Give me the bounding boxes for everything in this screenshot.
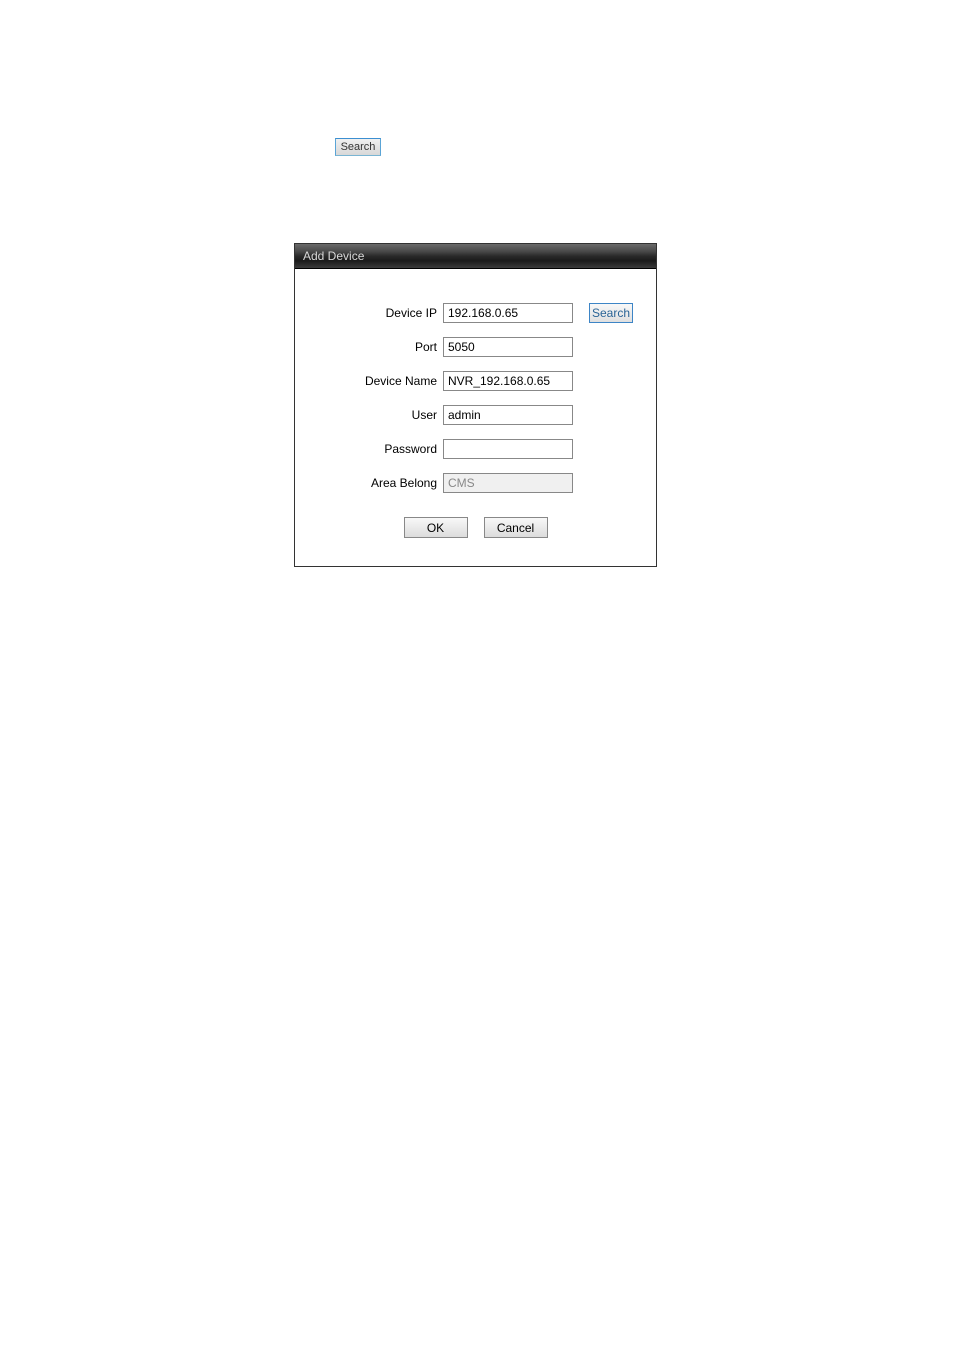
- cancel-button[interactable]: Cancel: [484, 517, 548, 538]
- top-search-button[interactable]: Search: [335, 138, 381, 156]
- dialog-title-bar: Add Device: [295, 244, 656, 269]
- input-port[interactable]: [443, 337, 573, 357]
- dialog-title: Add Device: [303, 249, 364, 263]
- input-device-ip[interactable]: [443, 303, 573, 323]
- dialog-body: Device IP Search Port Device Name User P…: [295, 269, 656, 566]
- row-password: Password: [315, 439, 636, 459]
- add-device-dialog: Add Device Device IP Search Port Device …: [294, 243, 657, 567]
- input-user[interactable]: [443, 405, 573, 425]
- row-device-ip: Device IP Search: [315, 303, 636, 323]
- label-area-belong: Area Belong: [315, 476, 443, 490]
- row-port: Port: [315, 337, 636, 357]
- search-button[interactable]: Search: [589, 303, 633, 323]
- label-device-name: Device Name: [315, 374, 443, 388]
- label-user: User: [315, 408, 443, 422]
- label-port: Port: [315, 340, 443, 354]
- input-area-belong[interactable]: [443, 473, 573, 493]
- label-password: Password: [315, 442, 443, 456]
- dialog-button-row: OK Cancel: [315, 517, 636, 538]
- input-device-name[interactable]: [443, 371, 573, 391]
- label-device-ip: Device IP: [315, 306, 443, 320]
- input-password[interactable]: [443, 439, 573, 459]
- row-device-name: Device Name: [315, 371, 636, 391]
- row-area-belong: Area Belong: [315, 473, 636, 493]
- ok-button[interactable]: OK: [404, 517, 468, 538]
- row-user: User: [315, 405, 636, 425]
